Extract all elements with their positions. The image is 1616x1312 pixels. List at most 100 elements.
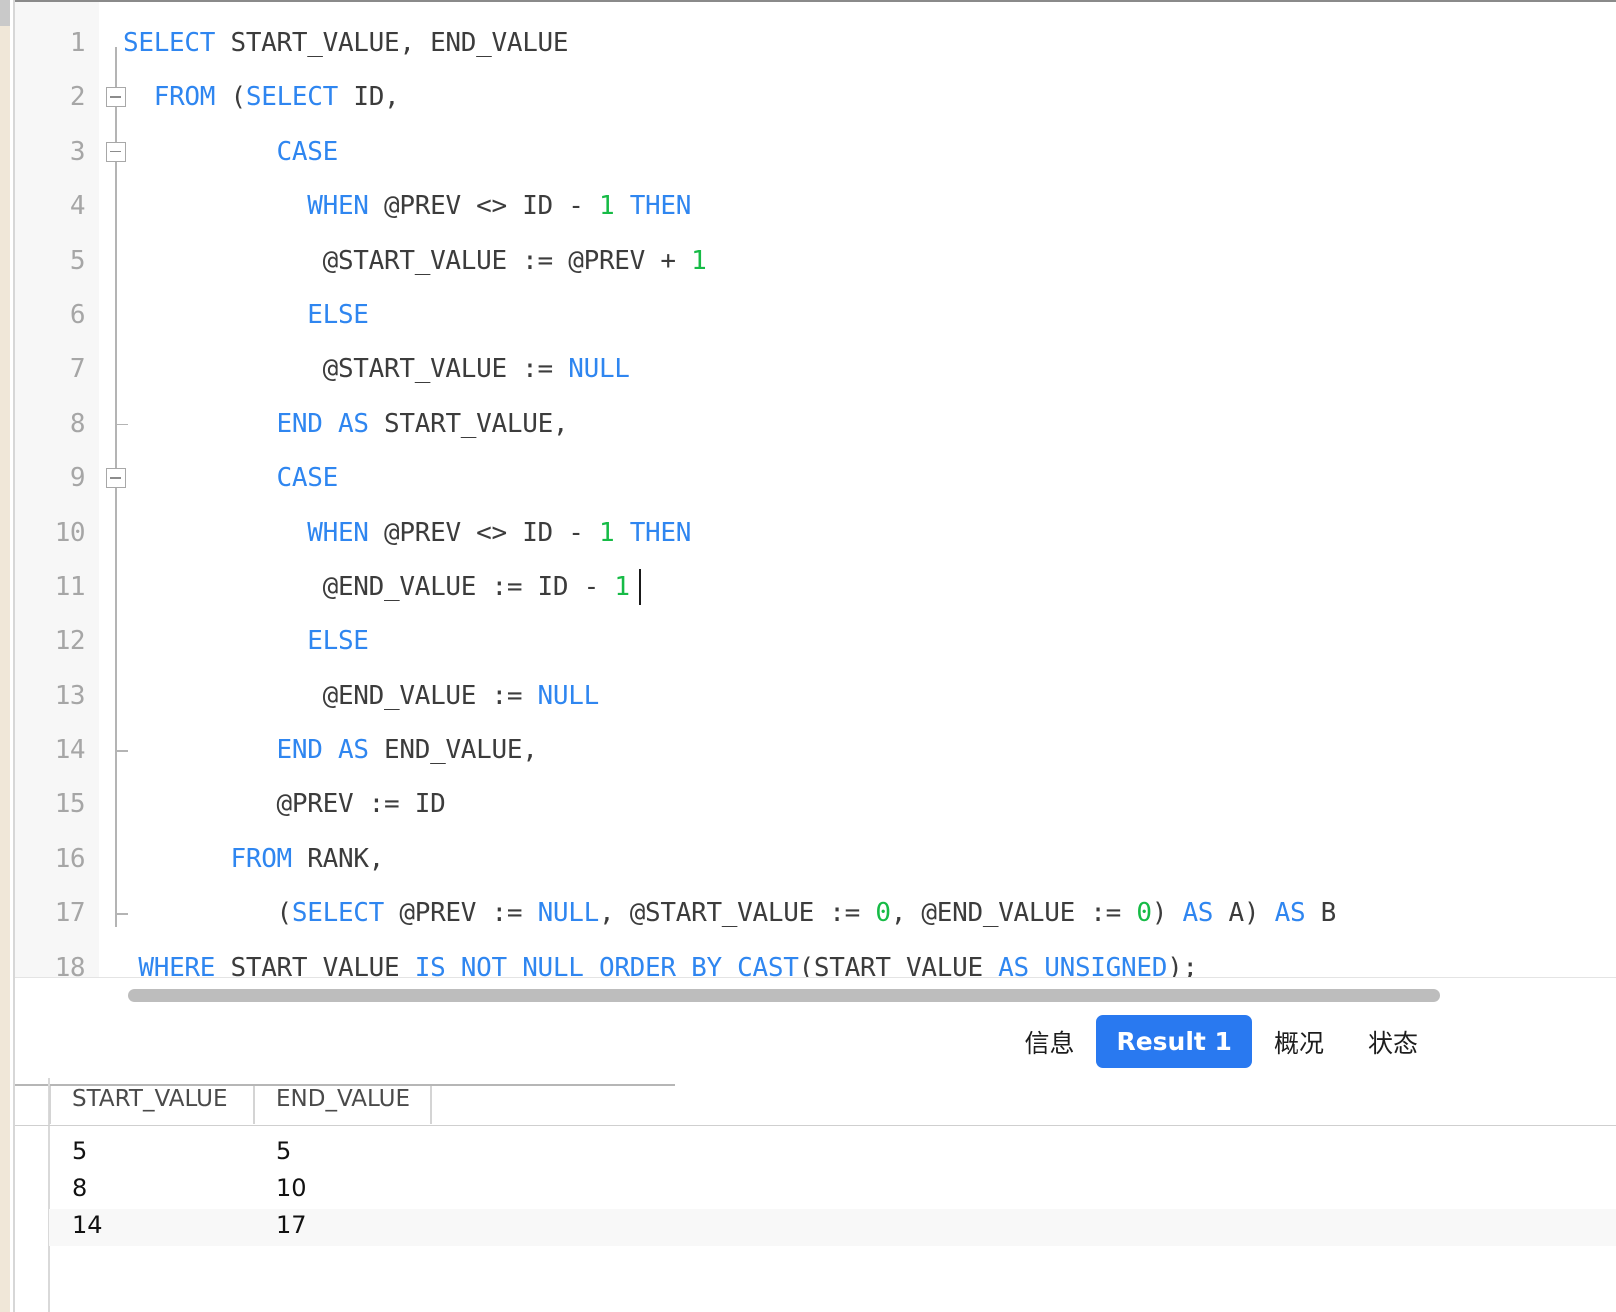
code-text[interactable]: FROM RANK, xyxy=(123,832,384,886)
table-cell[interactable]: 14 xyxy=(72,1211,103,1239)
code-text[interactable]: @END_VALUE := ID - 1 xyxy=(123,560,630,614)
code-line[interactable]: 16 FROM RANK, xyxy=(15,832,1616,886)
token-num: 0 xyxy=(875,898,891,929)
code-text[interactable]: ELSE xyxy=(123,288,369,342)
code-line[interactable]: 9 CASE xyxy=(15,451,1616,505)
code-text[interactable]: @START_VALUE := NULL xyxy=(123,342,630,396)
fold-toggle-icon[interactable] xyxy=(106,468,126,489)
token-id: @START_VALUE := @PREV + xyxy=(123,245,692,276)
code-text[interactable]: WHEN @PREV <> ID - 1 THEN xyxy=(123,506,691,560)
fold-toggle-icon[interactable] xyxy=(106,141,126,162)
table-cell[interactable]: 5 xyxy=(276,1137,291,1165)
line-number: 8 xyxy=(69,408,86,439)
token-num: 1 xyxy=(598,517,615,548)
line-number: 16 xyxy=(54,843,86,874)
token-kw: SELECT xyxy=(123,28,216,58)
code-line[interactable]: 2 FROM (SELECT ID, xyxy=(15,70,1616,124)
sql-code-editor[interactable]: 1 SELECT START_VALUE, END_VALUE 2 FROM (SE… xyxy=(15,0,1616,1005)
code-line[interactable]: 5 @START_VALUE := @PREV + 1 xyxy=(15,234,1616,288)
code-line[interactable]: 11 @END_VALUE := ID - 1 xyxy=(15,560,1616,614)
editor-horizontal-scrollbar-thumb[interactable] xyxy=(128,989,1440,1002)
token-id: START_VALUE, xyxy=(368,408,569,439)
code-line[interactable]: 3 CASE xyxy=(15,125,1616,179)
code-text[interactable]: FROM (SELECT ID, xyxy=(123,70,400,124)
code-text[interactable]: @PREV := ID xyxy=(123,777,446,831)
code-line[interactable]: 13 @END_VALUE := NULL xyxy=(15,669,1616,723)
token-id: ( xyxy=(123,898,293,929)
line-number: 7 xyxy=(69,354,86,385)
fold-end-tick xyxy=(115,913,128,915)
line-number: 12 xyxy=(54,626,86,657)
code-text[interactable]: END AS START_VALUE, xyxy=(123,397,569,451)
editor-horizontal-scrollbar-track[interactable] xyxy=(15,977,1616,1005)
table-cell[interactable]: 8 xyxy=(72,1174,87,1202)
token-id xyxy=(123,82,154,112)
results-tab-bar[interactable]: 信息 Result 1 概况 状态 xyxy=(15,1005,1616,1078)
column-divider[interactable] xyxy=(430,1086,432,1124)
line-number: 4 xyxy=(69,191,86,222)
code-line[interactable]: 8 END AS START_VALUE, xyxy=(15,397,1616,451)
token-id: B xyxy=(1305,898,1337,929)
token-id: @PREV <> ID - xyxy=(368,191,599,222)
tab-item-2[interactable]: 概况 xyxy=(1252,1014,1346,1070)
token-id xyxy=(614,518,629,548)
code-line[interactable]: 10 WHEN @PREV <> ID - 1 THEN xyxy=(15,506,1616,560)
line-number: 13 xyxy=(54,680,86,711)
table-cell[interactable]: 17 xyxy=(276,1211,307,1239)
token-kw: WHEN xyxy=(307,517,369,548)
table-row[interactable]: 8 10 xyxy=(49,1172,1616,1209)
token-id: , @START_VALUE := xyxy=(598,898,876,929)
column-header[interactable]: END_VALUE xyxy=(276,1086,410,1112)
column-divider[interactable] xyxy=(49,1086,51,1124)
tab-item-3[interactable]: 状态 xyxy=(1346,1014,1440,1070)
code-text[interactable]: ELSE xyxy=(123,614,369,668)
code-line[interactable]: 17 (SELECT @PREV := NULL, @START_VALUE :… xyxy=(15,886,1616,940)
code-line[interactable]: 6 ELSE xyxy=(15,288,1616,342)
token-num: 1 xyxy=(598,191,615,222)
token-id xyxy=(123,626,307,656)
left-edge-strip xyxy=(0,0,10,1312)
code-line[interactable]: 4 WHEN @PREV <> ID - 1 THEN xyxy=(15,179,1616,233)
code-text[interactable]: @END_VALUE := NULL xyxy=(123,669,600,723)
token-id: @PREV <> ID - xyxy=(368,517,599,548)
text-caret xyxy=(639,569,642,605)
results-grid[interactable]: START_VALUE END_VALUE 5 5 8 10 14 17 xyxy=(15,1078,1616,1312)
code-text[interactable]: CASE xyxy=(123,451,339,505)
left-edge-strip-top xyxy=(0,0,10,26)
token-id xyxy=(123,518,307,548)
table-row[interactable]: 55 xyxy=(49,1135,1616,1172)
column-divider[interactable] xyxy=(253,1086,255,1124)
line-number: 6 xyxy=(69,299,86,330)
code-line[interactable]: 1 SELECT START_VALUE, END_VALUE xyxy=(15,16,1616,70)
table-cell[interactable]: 10 xyxy=(276,1174,307,1202)
tab-result-1[interactable]: Result 1 xyxy=(1096,1015,1252,1068)
line-number: 11 xyxy=(54,571,86,602)
token-id: @PREV := xyxy=(384,898,538,929)
token-id: , @END_VALUE := xyxy=(890,898,1137,929)
code-text[interactable]: @START_VALUE := @PREV + 1 xyxy=(123,234,707,288)
tab-item-0[interactable]: 信息 xyxy=(1002,1014,1096,1070)
column-header[interactable]: START_VALUE xyxy=(72,1086,228,1112)
code-line[interactable]: 15 @PREV := ID xyxy=(15,777,1616,831)
code-text[interactable]: SELECT START_VALUE, END_VALUE xyxy=(123,16,569,70)
token-id: @START_VALUE := xyxy=(123,354,569,385)
code-lines-container[interactable]: 1 SELECT START_VALUE, END_VALUE 2 FROM (SE… xyxy=(15,16,1616,995)
code-line[interactable]: 12 ELSE xyxy=(15,614,1616,668)
table-cell[interactable]: 5 xyxy=(72,1137,87,1165)
token-kw: NULL xyxy=(568,354,630,385)
code-text[interactable]: CASE xyxy=(123,125,339,179)
code-line[interactable]: 7 @START_VALUE := NULL xyxy=(15,342,1616,396)
code-text[interactable]: (SELECT @PREV := NULL, @START_VALUE := 0… xyxy=(123,886,1337,940)
code-text[interactable]: END AS END_VALUE, xyxy=(123,723,538,777)
token-id xyxy=(123,191,307,221)
token-id xyxy=(614,191,629,221)
fold-toggle-icon[interactable] xyxy=(106,87,126,108)
token-kw: ELSE xyxy=(307,299,369,330)
code-line[interactable]: 14 END AS END_VALUE, xyxy=(15,723,1616,777)
token-kw: SELECT xyxy=(245,82,338,113)
table-row[interactable]: 14 17 xyxy=(49,1209,1616,1246)
token-id: ) xyxy=(1151,898,1183,929)
code-text[interactable]: WHEN @PREV <> ID - 1 THEN xyxy=(123,179,691,233)
token-id xyxy=(123,463,277,493)
token-kw: END xyxy=(276,408,323,439)
